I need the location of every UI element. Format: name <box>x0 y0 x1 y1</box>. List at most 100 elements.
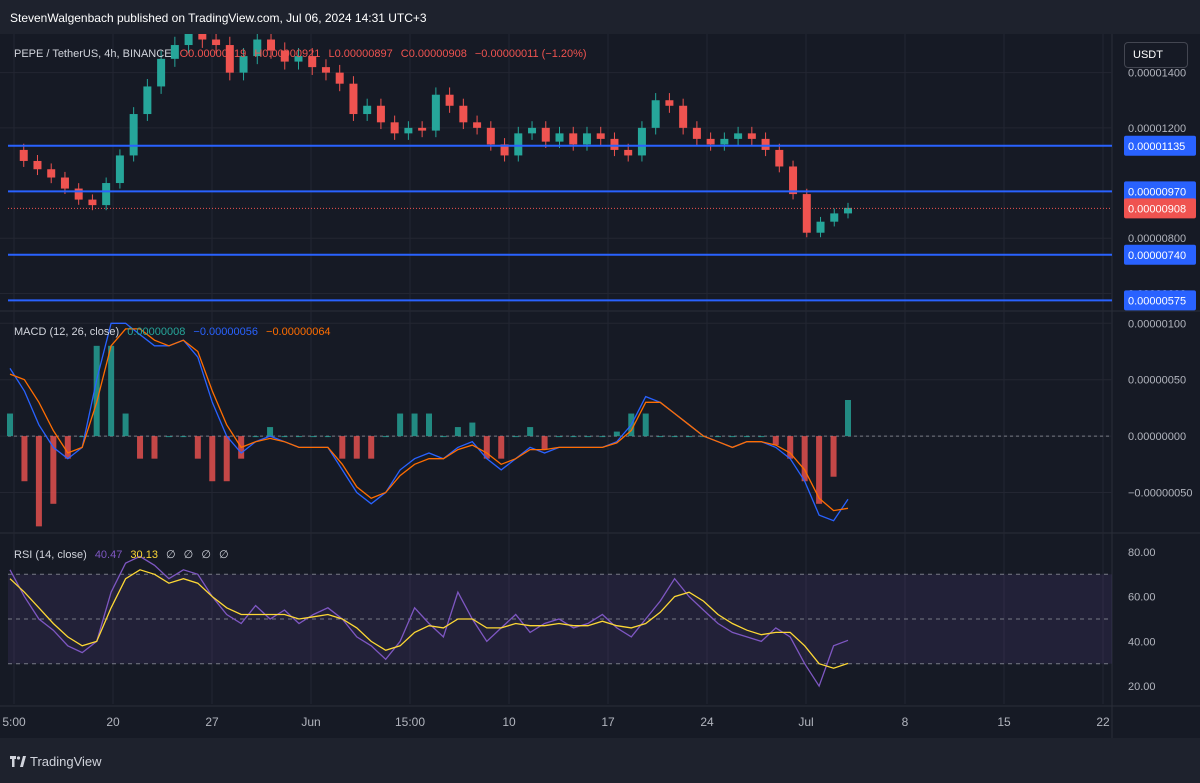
candle-body <box>445 94 454 106</box>
macd-hist-bar <box>411 413 418 437</box>
candle-body <box>376 105 385 123</box>
candle-body <box>184 34 193 46</box>
candle-body <box>830 213 839 222</box>
x-tick-label: 17 <box>601 715 615 729</box>
candle-body <box>390 122 399 134</box>
macd-legend: MACD (12, 26, close) 0.00000008 −0.00000… <box>14 326 336 338</box>
candle-body <box>198 34 207 40</box>
candle-body <box>335 72 344 84</box>
rsi-extra-4: ∅ <box>218 549 229 561</box>
candle-body <box>115 155 124 184</box>
candle-body <box>596 133 605 139</box>
candle-body <box>679 105 688 128</box>
candle-body <box>637 127 646 156</box>
candle-body <box>60 177 69 189</box>
candle-body <box>569 133 578 145</box>
macd-hist-bar <box>267 427 274 437</box>
candle-body <box>143 86 152 115</box>
candle-body <box>692 127 701 139</box>
macd-hist-bar <box>7 413 13 437</box>
rsi-title: RSI (14, close) <box>14 549 87 561</box>
macd-hist-bar <box>252 436 259 438</box>
candle-body <box>761 138 770 150</box>
macd-hist-bar <box>281 436 288 438</box>
y-tick-label: 0.00001200 <box>1128 123 1186 135</box>
price-level-label: 0.00000970 <box>1128 186 1186 198</box>
rsi-extra-3: ∅ <box>201 549 211 561</box>
x-tick-label: Jun <box>301 715 320 729</box>
close-value: C0.00000908 <box>400 48 467 60</box>
macd-hist-bar <box>108 345 115 437</box>
y-tick-label: −0.00000050 <box>1128 488 1193 500</box>
macd-hist-bar <box>541 436 548 450</box>
currency-button[interactable]: USDT <box>1124 42 1188 68</box>
candle-body <box>775 149 784 167</box>
y-tick-label: 0.00000000 <box>1128 431 1186 443</box>
macd-hist-bar <box>64 436 71 459</box>
y-tick-label: 0.00001400 <box>1128 68 1186 80</box>
y-tick-label: 0.00000800 <box>1128 233 1186 245</box>
macd-hist-bar <box>137 436 144 459</box>
macd-hist-bar <box>657 436 664 438</box>
macd-hist-bar <box>758 436 765 438</box>
x-tick-label: 27 <box>205 715 219 729</box>
macd-hist-bar <box>295 436 302 438</box>
macd-hist-bar <box>729 436 736 438</box>
candle-body <box>802 194 811 233</box>
x-tick-label: Jul <box>798 715 813 729</box>
price-level-label: 0.00000740 <box>1128 250 1186 262</box>
macd-hist-bar <box>324 436 331 438</box>
header: StevenWalgenbach published on TradingVie… <box>0 0 1200 34</box>
macd-hist-bar <box>180 436 187 438</box>
macd-hist-bar <box>686 436 693 438</box>
macd-hist-bar <box>845 400 851 437</box>
macd-hist-bar <box>194 436 201 459</box>
x-tick-label: 15 <box>997 715 1011 729</box>
macd-hist-bar <box>527 427 534 437</box>
price-level-label: 0.00001135 <box>1128 141 1185 153</box>
macd-hist-bar <box>223 436 230 482</box>
macd-hist-bar <box>35 436 42 527</box>
candle-body <box>541 127 550 142</box>
macd-hist-bar <box>714 436 721 438</box>
macd-hist-bar <box>426 413 432 437</box>
high-value: H0.00000921 <box>254 48 321 60</box>
candle-body <box>651 100 660 128</box>
macd-hist-bar <box>743 436 750 438</box>
footer: TradingView <box>0 746 1200 783</box>
macd-hist-bar <box>368 436 375 459</box>
candle-body <box>102 183 111 206</box>
chart-canvas[interactable]: 5:00 20 27 Jun 15:00 10 17 24 Jul 8 15 22 0.00001400… <box>0 34 1200 738</box>
rsi-legend: RSI (14, close) 40.47 30.13 ∅ ∅ ∅ ∅ <box>14 548 234 561</box>
macd-hist-bar <box>122 413 129 437</box>
macd-hist-bar <box>469 422 476 437</box>
macd-hist-bar <box>151 436 158 459</box>
candle-body <box>665 100 674 106</box>
macd-line-value: −0.00000056 <box>193 326 258 338</box>
rsi-value: 40.47 <box>94 549 123 561</box>
tradingview-logo-icon <box>10 756 26 767</box>
candle-body <box>74 188 83 200</box>
chart-area[interactable]: 5:00 20 27 Jun 15:00 10 17 24 Jul 8 15 22 0.00001400… <box>0 34 1200 738</box>
macd-hist-bar <box>165 436 172 438</box>
macd-hist-bar <box>584 436 591 438</box>
rsi-ma-value: 30.13 <box>130 549 158 561</box>
macd-hist-bar <box>440 436 447 438</box>
y-tick-label: 0.00000050 <box>1128 375 1186 387</box>
candle-body <box>706 138 715 145</box>
y-tick-label: 60.00 <box>1128 592 1156 604</box>
x-tick-label: 5:00 <box>2 715 26 729</box>
macd-hist-bar <box>556 436 563 438</box>
x-tick-label: 22 <box>1096 715 1110 729</box>
rsi-extra-1: ∅ <box>166 549 176 561</box>
candle-body <box>789 166 798 195</box>
candle-body <box>816 221 825 233</box>
candle-body <box>514 133 523 156</box>
pair-label: PEPE / TetherUS, 4h, BINANCE <box>14 48 172 60</box>
candle-body <box>747 133 756 139</box>
candle-body <box>473 122 482 128</box>
macd-hist-bar <box>339 436 346 459</box>
tradingview-brand[interactable]: TradingView <box>10 754 102 769</box>
x-tick-label: 10 <box>502 715 516 729</box>
candle-body <box>47 169 56 178</box>
